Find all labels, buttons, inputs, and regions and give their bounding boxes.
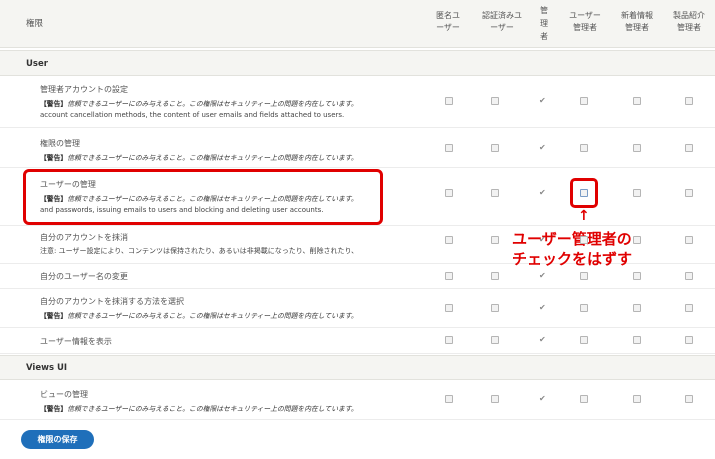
permission-checkbox[interactable] [580,304,588,312]
permission-checkbox-checked[interactable]: ✔ [539,395,546,403]
column-header-administrator: 管理者 [540,6,548,41]
permission-checkbox[interactable] [580,236,588,244]
column-header-authenticated: 認証済みユ ーザー [482,11,522,32]
permission-row: ビューの管理 【警告】信頼できるユーザーにのみ与えること。この権限はセキュリティ… [0,380,715,420]
permission-title: 管理者アカウントの設定 [40,85,128,94]
permission-checkbox-checked[interactable]: ✔ [539,272,546,280]
permission-checkbox-checked[interactable]: ✔ [539,336,546,344]
permission-checkbox-checked[interactable]: ✔ [539,304,546,312]
permission-checkbox[interactable] [633,336,641,344]
permission-checkbox[interactable] [491,272,499,280]
permission-checkbox[interactable] [685,272,693,280]
section-user: User [0,50,715,76]
permission-checkbox[interactable] [685,336,693,344]
permission-warning: 【警告】信頼できるユーザーにのみ与えること。この権限はセキュリティー上の問題を内… [40,312,358,320]
permission-checkbox-checked[interactable]: ✔ [539,144,546,152]
permission-checkbox[interactable] [445,395,453,403]
permission-title: ユーザー情報を表示 [40,337,112,346]
permission-checkbox[interactable] [445,304,453,312]
permission-warning: 【警告】信頼できるユーザーにのみ与えること。この権限はセキュリティー上の問題を内… [40,100,358,108]
section-views-ui: Views UI [0,355,715,380]
permission-row: 管理者アカウントの設定 【警告】信頼できるユーザーにのみ与えること。この権限はセ… [0,76,715,128]
permission-row: ユーザー情報を表示 [0,328,715,354]
permissions-table-header: 権限 匿名ユ ーザー 認証済みユ ーザー 管理者 ユーザー 管理者 新着情報 管理者 製… [0,0,715,48]
permission-checkbox[interactable] [633,304,641,312]
permission-checkbox[interactable] [580,336,588,344]
permission-note: 注意: ユーザー設定により、コンテンツは保持されたり、あるいは非掲載になったり、… [40,247,359,255]
permission-checkbox[interactable] [580,272,588,280]
permission-title: ビューの管理 [40,390,88,399]
permission-checkbox[interactable] [633,189,641,197]
permission-checkbox[interactable] [685,304,693,312]
permission-checkbox[interactable] [491,97,499,105]
permission-column-header: 権限 [26,19,44,29]
permission-title: 自分のアカウントを抹消する方法を選択 [40,297,184,306]
permission-checkbox[interactable] [685,97,693,105]
permission-checkbox[interactable] [580,189,588,197]
permission-checkbox[interactable] [633,144,641,152]
permission-checkbox[interactable] [491,304,499,312]
permission-checkbox[interactable] [445,336,453,344]
permission-checkbox-checked[interactable]: ✔ [539,189,546,197]
permission-row: 権限の管理 【警告】信頼できるユーザーにのみ与えること。この権限はセキュリティー… [0,128,715,168]
permission-title: 自分のアカウントを抹消 [40,233,128,242]
permission-checkbox-checked[interactable]: ✔ [539,236,546,244]
permission-checkbox[interactable] [491,144,499,152]
permission-title: 権限の管理 [40,139,80,148]
permission-checkbox-checked[interactable]: ✔ [539,97,546,105]
permission-checkbox[interactable] [491,236,499,244]
annotation-arrow: ↑ [578,208,590,224]
column-header-product-admin: 製品紹介 管理者 [673,11,705,32]
permission-checkbox[interactable] [445,272,453,280]
column-header-user-admin: ユーザー 管理者 [569,11,601,32]
permission-checkbox[interactable] [491,336,499,344]
permission-checkbox[interactable] [633,395,641,403]
permission-checkbox[interactable] [445,189,453,197]
column-header-news-admin: 新着情報 管理者 [621,11,653,32]
permission-checkbox[interactable] [580,144,588,152]
permission-checkbox[interactable] [445,97,453,105]
permission-row: 自分のアカウントを抹消する方法を選択 【警告】信頼できるユーザーにのみ与えること… [0,289,715,328]
permission-title: 自分のユーザー名の変更 [40,272,128,281]
permission-checkbox[interactable] [445,236,453,244]
permission-checkbox[interactable] [491,395,499,403]
permission-checkbox[interactable] [685,395,693,403]
permission-checkbox[interactable] [445,144,453,152]
permission-checkbox[interactable] [580,97,588,105]
annotation-text: ユーザー管理者の チェックをはずす [512,230,633,268]
highlight-box [23,169,383,225]
permission-checkbox[interactable] [633,272,641,280]
permission-warning: 【警告】信頼できるユーザーにのみ与えること。この権限はセキュリティー上の問題を内… [40,405,358,413]
permission-checkbox[interactable] [491,189,499,197]
permission-checkbox[interactable] [580,395,588,403]
permission-description: account cancellation methods, the conten… [40,111,345,119]
permission-checkbox[interactable] [633,236,641,244]
permission-checkbox[interactable] [685,144,693,152]
save-permissions-button[interactable]: 権限の保存 [21,430,94,449]
permission-checkbox[interactable] [633,97,641,105]
permission-warning: 【警告】信頼できるユーザーにのみ与えること。この権限はセキュリティー上の問題を内… [40,154,358,162]
permission-checkbox[interactable] [685,236,693,244]
column-header-anonymous: 匿名ユ ーザー [436,11,460,32]
permission-checkbox[interactable] [685,189,693,197]
